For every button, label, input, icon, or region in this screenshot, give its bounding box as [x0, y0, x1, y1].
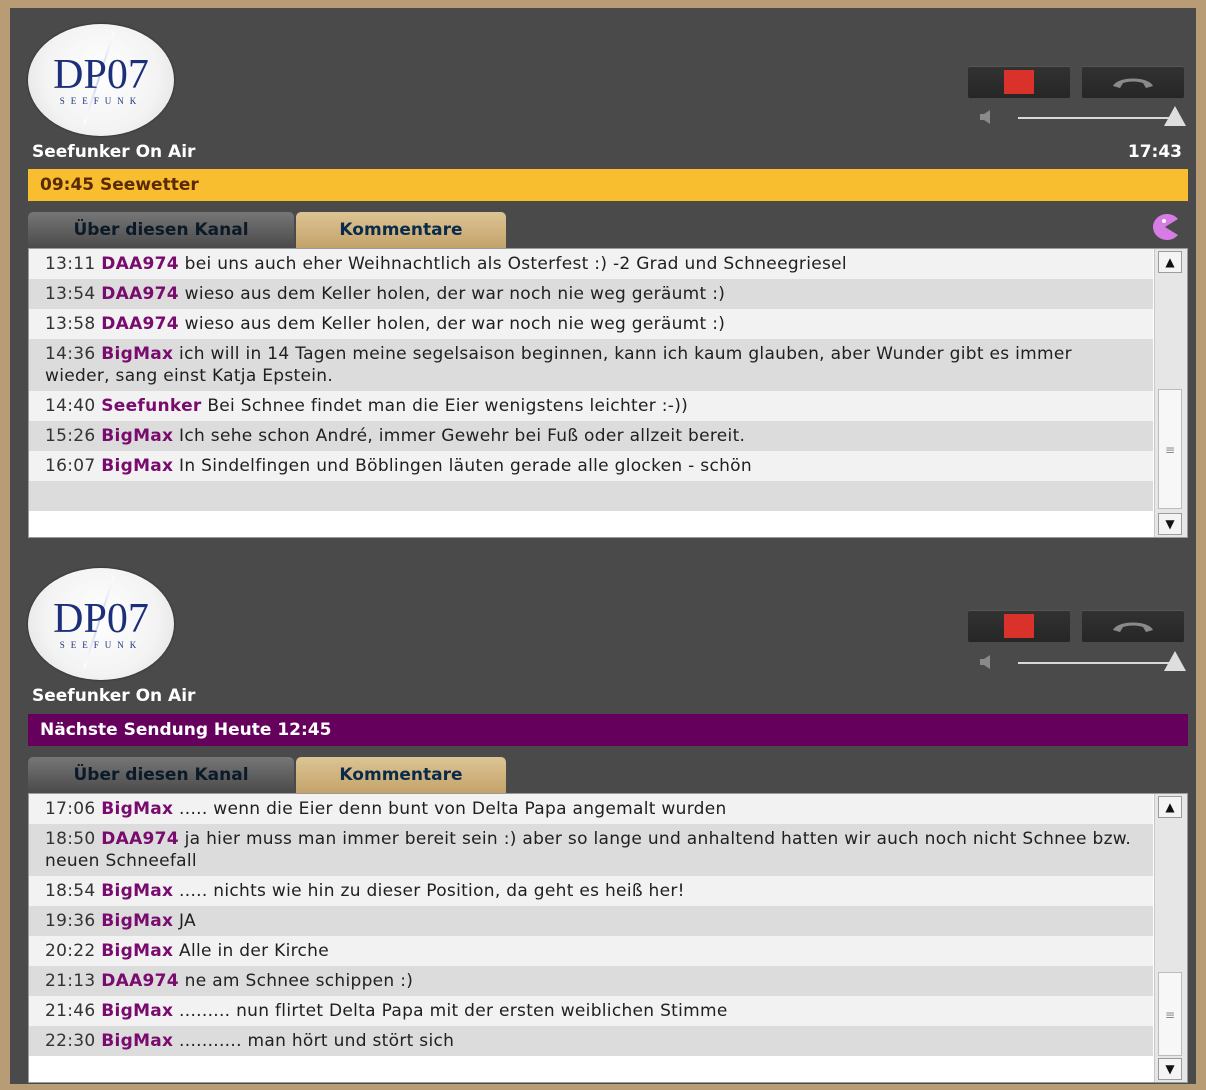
scroll-up-icon[interactable]: ▲: [1158, 251, 1182, 273]
scrollbar[interactable]: ▲ ≡ ▼: [1154, 794, 1187, 1082]
stop-icon: [1004, 70, 1034, 94]
comment-list[interactable]: 13:11 DAA974 bei uns auch eher Weihnacht…: [28, 248, 1188, 538]
comment-text: ja hier muss man immer bereit sein :) ab…: [45, 829, 1132, 871]
comment-user[interactable]: DAA974: [101, 829, 179, 849]
comment-text: ..... nichts wie hin zu dieser Position,…: [179, 881, 685, 901]
comment-rows: 17:06 BigMax ..... wenn die Eier denn bu…: [29, 794, 1153, 1056]
comment-row-empty: [29, 481, 1153, 511]
comment-row: 14:40 Seefunker Bei Schnee findet man di…: [29, 391, 1153, 421]
now-playing-bar: 09:45 Seewetter: [28, 169, 1188, 201]
comment-text: bei uns auch eher Weihnachtlich als Oste…: [184, 254, 847, 274]
comment-user[interactable]: Seefunker: [101, 396, 201, 416]
comment-row: 13:11 DAA974 bei uns auch eher Weihnacht…: [29, 249, 1153, 279]
comment-text: wieso aus dem Keller holen, der war noch…: [184, 314, 726, 334]
stop-button[interactable]: [968, 66, 1070, 98]
scroll-down-icon[interactable]: ▼: [1158, 1058, 1182, 1080]
comment-row: 13:54 DAA974 wieso aus dem Keller holen,…: [29, 279, 1153, 309]
comment-row: 21:46 BigMax ......... nun flirtet Delta…: [29, 996, 1153, 1026]
call-button[interactable]: [1082, 66, 1184, 98]
scroll-up-icon[interactable]: ▲: [1158, 796, 1182, 818]
call-button[interactable]: [1082, 610, 1184, 642]
comment-text: Bei Schnee findet man die Eier wenigsten…: [207, 396, 689, 416]
stop-button[interactable]: [968, 610, 1070, 642]
logo-subtext: SEEFUNK: [59, 640, 143, 650]
comment-rows: 13:11 DAA974 bei uns auch eher Weihnacht…: [29, 249, 1153, 511]
clock: 17:43: [1127, 142, 1182, 162]
next-show-bar: Nächste Sendung Heute 12:45: [28, 714, 1188, 746]
volume-slider-track[interactable]: [1018, 662, 1170, 664]
comment-text: ich will in 14 Tagen meine segelsaison b…: [45, 344, 1072, 386]
comment-row: 18:54 BigMax ..... nichts wie hin zu die…: [29, 876, 1153, 906]
comment-user[interactable]: BigMax: [101, 1031, 173, 1051]
phone-icon: [1113, 622, 1153, 632]
scrollbar-thumb[interactable]: ≡: [1158, 972, 1182, 1056]
comment-row: 19:36 BigMax JA: [29, 906, 1153, 936]
tab-about-channel[interactable]: Über diesen Kanal: [28, 212, 294, 248]
phone-icon: [1113, 78, 1153, 88]
comment-row: 17:06 BigMax ..... wenn die Eier denn bu…: [29, 794, 1153, 824]
comment-row: 21:13 DAA974 ne am Schnee schippen :): [29, 966, 1153, 996]
logo-text: DP07: [53, 52, 149, 98]
comment-list[interactable]: 17:06 BigMax ..... wenn die Eier denn bu…: [28, 793, 1188, 1083]
comment-row: 22:30 BigMax ........... man hört und st…: [29, 1026, 1153, 1056]
comment-row: 13:58 DAA974 wieso aus dem Keller holen,…: [29, 309, 1153, 339]
comment-text: Alle in der Kirche: [179, 941, 329, 961]
comment-text: ......... nun flirtet Delta Papa mit der…: [179, 1001, 728, 1021]
comment-text: ..... wenn die Eier denn bunt von Delta …: [179, 799, 727, 819]
pacman-icon[interactable]: [1150, 213, 1180, 241]
comment-row: 15:26 BigMax Ich sehe schon André, immer…: [29, 421, 1153, 451]
app-frame: DP07 SEEFUNK Seefunker On Air 17:43 09:4…: [10, 8, 1196, 1084]
grip-icon: ≡: [1164, 443, 1176, 457]
tab-about-channel[interactable]: Über diesen Kanal: [28, 757, 294, 793]
tab-comments[interactable]: Kommentare: [296, 212, 506, 248]
comment-user[interactable]: DAA974: [101, 971, 179, 991]
comment-text: ne am Schnee schippen :): [184, 971, 414, 991]
station-title: Seefunker On Air: [32, 142, 196, 162]
stop-icon: [1004, 614, 1034, 638]
scrollbar[interactable]: ▲ ≡ ▼: [1154, 249, 1187, 537]
comment-text: ........... man hört und stört sich: [179, 1031, 455, 1051]
comment-row: 20:22 BigMax Alle in der Kirche: [29, 936, 1153, 966]
comment-text: JA: [179, 911, 196, 931]
comment-user[interactable]: DAA974: [101, 314, 179, 334]
player-panel-2: DP07 SEEFUNK Seefunker On Air Nächste Se…: [10, 560, 1196, 1084]
grip-icon: ≡: [1164, 1008, 1176, 1022]
station-logo: DP07 SEEFUNK: [28, 24, 174, 136]
comment-user[interactable]: BigMax: [101, 456, 173, 476]
comment-row: 14:36 BigMax ich will in 14 Tagen meine …: [29, 339, 1153, 391]
speaker-icon[interactable]: [978, 109, 996, 125]
station-logo: DP07 SEEFUNK: [28, 568, 174, 680]
comment-text: wieso aus dem Keller holen, der war noch…: [184, 284, 726, 304]
tab-comments[interactable]: Kommentare: [296, 757, 506, 793]
player-panel-1: DP07 SEEFUNK Seefunker On Air 17:43 09:4…: [10, 8, 1196, 540]
comment-user[interactable]: BigMax: [101, 911, 173, 931]
station-title: Seefunker On Air: [32, 686, 196, 706]
comment-user[interactable]: DAA974: [101, 254, 179, 274]
comment-text: Ich sehe schon André, immer Gewehr bei F…: [179, 426, 746, 446]
volume-slider-thumb[interactable]: [1164, 106, 1186, 126]
comment-row: 16:07 BigMax In Sindelfingen und Böbling…: [29, 451, 1153, 481]
comment-user[interactable]: BigMax: [101, 799, 173, 819]
scroll-down-icon[interactable]: ▼: [1158, 513, 1182, 535]
speaker-icon[interactable]: [978, 654, 996, 670]
comment-user[interactable]: DAA974: [101, 284, 179, 304]
volume-slider-track[interactable]: [1018, 117, 1170, 119]
comment-user[interactable]: BigMax: [101, 344, 173, 364]
comment-user[interactable]: BigMax: [101, 881, 173, 901]
logo-text: DP07: [53, 596, 149, 642]
comment-row: 18:50 DAA974 ja hier muss man immer bere…: [29, 824, 1153, 876]
comment-user[interactable]: BigMax: [101, 426, 173, 446]
scrollbar-thumb[interactable]: ≡: [1158, 389, 1182, 509]
comment-user[interactable]: BigMax: [101, 941, 173, 961]
comment-user[interactable]: BigMax: [101, 1001, 173, 1021]
volume-slider-thumb[interactable]: [1164, 651, 1186, 671]
comment-text: In Sindelfingen und Böblingen läuten ger…: [179, 456, 752, 476]
logo-subtext: SEEFUNK: [59, 96, 143, 106]
